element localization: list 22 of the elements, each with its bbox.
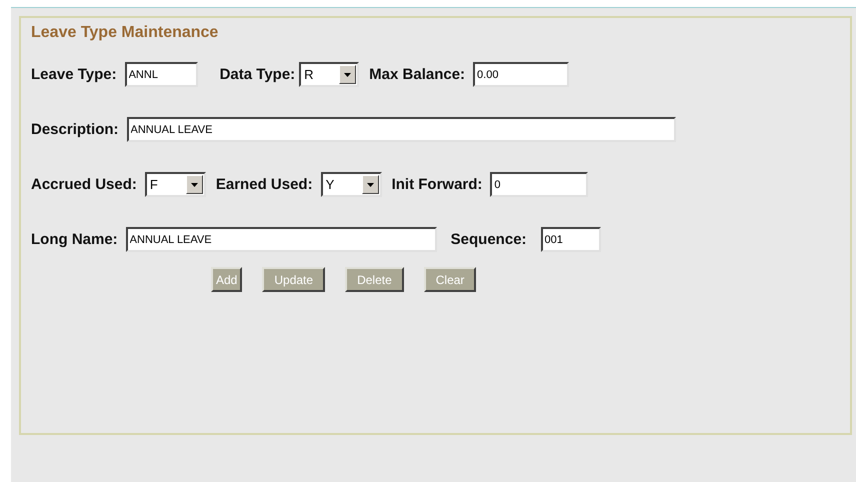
input-field[interactable]: ANNUAL LEAVE: [126, 227, 437, 252]
field-label: Earned Used:: [216, 176, 313, 193]
dropdown[interactable]: F: [144, 172, 206, 197]
field-label: Max Balance:: [369, 66, 466, 83]
field-label: Accrued Used:: [31, 176, 137, 193]
input-field[interactable]: ANNUAL LEAVE: [126, 117, 676, 142]
caret-icon[interactable]: [362, 175, 379, 194]
input-field[interactable]: 001: [540, 227, 601, 252]
panel-title: Leave Type Maintenance: [31, 24, 218, 42]
field-label: Sequence:: [450, 231, 527, 248]
field-label: Description:: [31, 121, 119, 138]
caret-icon[interactable]: [339, 65, 356, 84]
field-label: Data Type:: [220, 66, 296, 83]
caret-icon[interactable]: [186, 175, 203, 194]
field-label: Long Name:: [31, 231, 118, 248]
input-field[interactable]: ANNL: [124, 62, 198, 87]
input-field[interactable]: 0.00: [473, 62, 570, 87]
input-field[interactable]: 0: [490, 172, 588, 197]
field-label: Init Forward:: [392, 176, 482, 193]
field-label: Leave Type:: [31, 66, 117, 83]
dropdown[interactable]: R: [299, 62, 360, 87]
dropdown[interactable]: Y: [320, 172, 382, 197]
